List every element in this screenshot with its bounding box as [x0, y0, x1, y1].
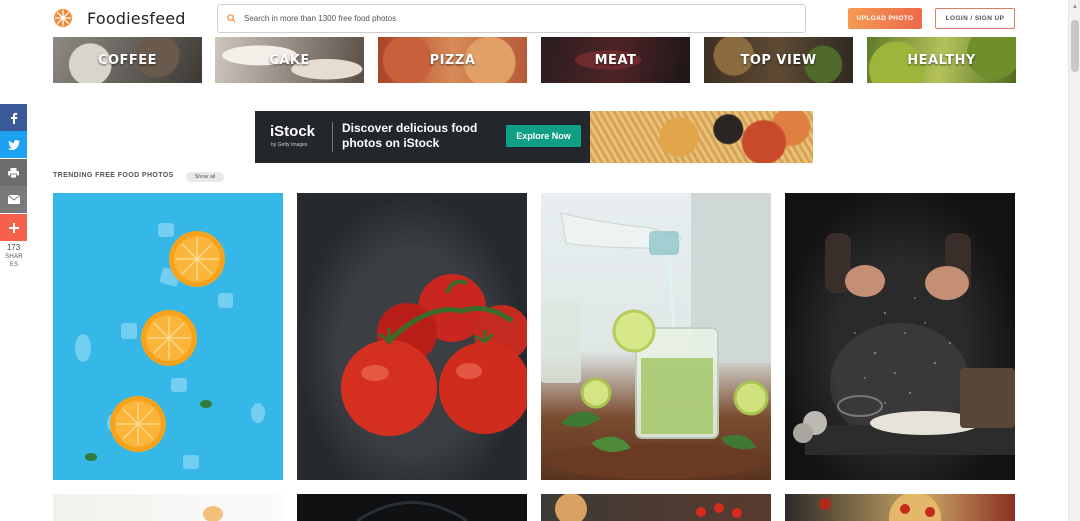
category-label: PIZZA: [429, 52, 476, 68]
print-button[interactable]: [0, 159, 27, 186]
search-icon: [218, 5, 244, 32]
oranges-photo-art: [75, 223, 265, 469]
photo-oranges-ice[interactable]: [53, 193, 283, 480]
trending-section-title: TRENDING FREE FOOD PHOTOS: [53, 172, 174, 179]
scrollbar-thumb[interactable]: [1071, 20, 1079, 72]
istock-logo-subtitle: by Getty Images: [271, 142, 308, 148]
facebook-icon: [10, 112, 17, 124]
photo-mojito-drink[interactable]: [541, 193, 771, 480]
search-bar[interactable]: [217, 4, 806, 33]
category-label: HEALTHY: [907, 52, 976, 68]
category-pizza[interactable]: PIZZA: [378, 37, 527, 83]
explore-now-button[interactable]: Explore Now: [506, 125, 581, 147]
share-label: SHARES: [5, 254, 23, 268]
mojito-photo-art: [541, 193, 771, 479]
category-coffee[interactable]: COFFEE: [53, 37, 202, 83]
facebook-share-button[interactable]: [0, 104, 27, 131]
banner-food-image: [590, 111, 813, 163]
scroll-up-arrow-icon[interactable]: ▲: [1072, 4, 1078, 10]
flour-photo-art: [793, 233, 1015, 455]
top-header: Foodiesfeed UPLOAD PHOTO LOGIN / SIGN UP: [0, 0, 1068, 37]
login-signup-button[interactable]: LOGIN / SIGN UP: [935, 8, 1015, 29]
page: Foodiesfeed UPLOAD PHOTO LOGIN / SIGN UP…: [0, 0, 1080, 521]
twitter-share-button[interactable]: [0, 131, 27, 158]
photo-row2-2[interactable]: [297, 494, 527, 521]
plus-icon: [8, 222, 19, 233]
category-meat[interactable]: MEAT: [541, 37, 690, 83]
twitter-icon: [7, 139, 20, 150]
email-icon: [7, 195, 20, 204]
row2-photo-2-art: [356, 501, 468, 521]
photo-flour-baker[interactable]: [785, 193, 1015, 480]
email-share-button[interactable]: [0, 186, 27, 213]
upload-photo-button[interactable]: UPLOAD PHOTO: [848, 8, 922, 29]
category-top-view[interactable]: TOP VIEW: [704, 37, 853, 83]
banner-headline: Discover delicious food photos on iStock: [342, 121, 478, 150]
tomatoes-photo-art: [341, 274, 527, 436]
category-label: MEAT: [594, 52, 637, 68]
banner-divider: [332, 122, 333, 152]
category-label: COFFEE: [97, 52, 158, 68]
row2-photo-1-art: [203, 506, 223, 521]
category-healthy[interactable]: HEALTHY: [867, 37, 1016, 83]
page-scrollbar[interactable]: ▲: [1068, 0, 1080, 521]
photo-tomatoes[interactable]: [297, 193, 527, 480]
show-all-button[interactable]: Show all: [186, 172, 224, 182]
foodiesfeed-logo-icon[interactable]: [53, 8, 73, 28]
row2-photo-4-art: [819, 494, 941, 521]
photo-row2-4[interactable]: [785, 494, 1015, 521]
category-cake[interactable]: CAKE: [215, 37, 364, 83]
category-label: CAKE: [269, 52, 310, 68]
more-share-button[interactable]: [0, 214, 27, 241]
search-input[interactable]: [244, 14, 784, 23]
istock-logo: iStock: [270, 123, 316, 140]
row2-photo-3-art: [555, 494, 742, 521]
category-label: TOP VIEW: [740, 52, 817, 68]
photo-row2-1[interactable]: [53, 494, 283, 521]
photo-row2-3[interactable]: [541, 494, 771, 521]
istock-ad-banner[interactable]: iStock by Getty Images Discover deliciou…: [255, 111, 813, 163]
print-icon: [8, 167, 19, 178]
share-count: 173: [6, 243, 21, 252]
brand-name[interactable]: Foodiesfeed: [87, 9, 186, 28]
